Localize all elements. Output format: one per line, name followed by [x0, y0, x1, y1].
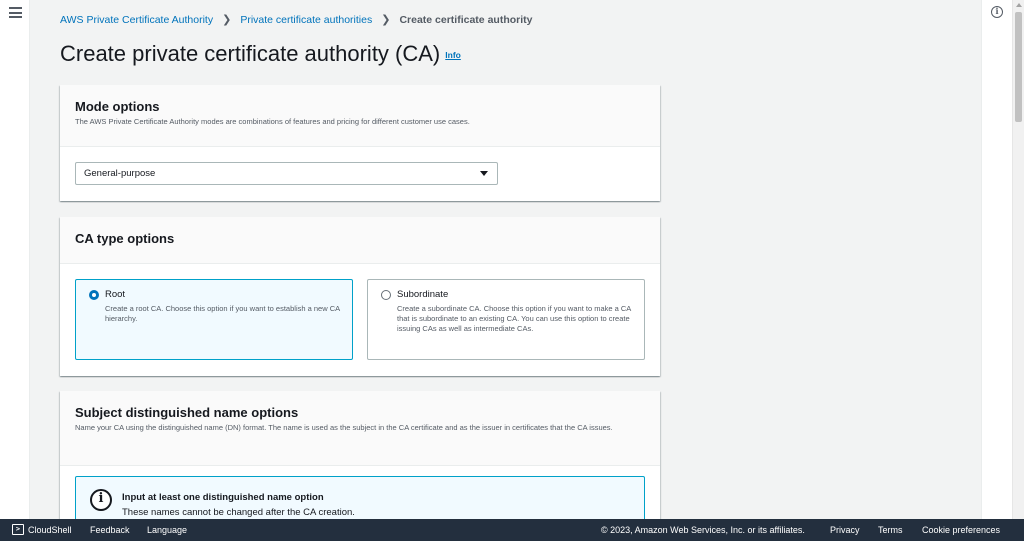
privacy-link[interactable]: Privacy [830, 525, 860, 535]
hamburger-menu-icon[interactable] [9, 7, 22, 18]
side-navigation-rail [0, 0, 30, 519]
ca-type-root-label: Root [105, 289, 126, 300]
dn-options-panel: Subject distinguished name options Name … [60, 391, 660, 519]
ca-type-options-header: CA type options [60, 217, 660, 264]
alert-title: Input at least one distinguished name op… [122, 492, 324, 503]
dn-info-alert: i Input at least one distinguished name … [75, 476, 645, 519]
breadcrumb-current: Create certificate authority [399, 13, 533, 26]
help-panel-rail: i [981, 0, 1012, 519]
breadcrumb-chevron-icon: ❯ [222, 14, 232, 26]
ca-type-tile-root[interactable]: Root Create a root CA. Choose this optio… [75, 279, 353, 360]
dn-options-header: Subject distinguished name options Name … [60, 391, 660, 466]
cloudshell-button[interactable]: > CloudShell [12, 524, 72, 535]
ca-type-options-title: CA type options [75, 231, 175, 246]
page-title: Create private certificate authority (CA… [60, 41, 461, 67]
cookie-preferences-link[interactable]: Cookie preferences [922, 525, 1000, 535]
feedback-link[interactable]: Feedback [90, 525, 130, 535]
info-icon[interactable]: i [991, 6, 1003, 18]
mode-options-description: The AWS Private Certificate Authority mo… [75, 117, 470, 126]
dn-options-description: Name your CA using the distinguished nam… [75, 423, 613, 432]
mode-options-panel: Mode options The AWS Private Certificate… [60, 85, 660, 201]
ca-type-subordinate-label: Subordinate [397, 289, 449, 300]
breadcrumb-link-authorities[interactable]: Private certificate authorities [240, 14, 372, 26]
breadcrumb-link-private-ca[interactable]: AWS Private Certificate Authority [60, 14, 213, 26]
page-title-text: Create private certificate authority (CA… [60, 41, 441, 66]
radio-subordinate[interactable] [381, 290, 391, 300]
console-footer: > CloudShell Feedback Language © 2023, A… [0, 519, 1024, 541]
terminal-icon: > [12, 524, 24, 535]
mode-select[interactable]: General-purpose [75, 162, 498, 185]
ca-type-root-description: Create a root CA. Choose this option if … [105, 304, 340, 323]
copyright-text: © 2023, Amazon Web Services, Inc. or its… [601, 525, 805, 535]
mode-options-header: Mode options The AWS Private Certificate… [60, 85, 660, 147]
mode-options-title: Mode options [75, 99, 160, 114]
radio-root[interactable] [89, 290, 99, 300]
ca-type-tile-subordinate[interactable]: Subordinate Create a subordinate CA. Cho… [367, 279, 645, 360]
scrollbar[interactable] [1012, 0, 1024, 519]
terms-link[interactable]: Terms [878, 525, 903, 535]
cloudshell-label: CloudShell [28, 524, 72, 535]
scrollbar-thumb[interactable] [1015, 12, 1022, 122]
ca-type-options-panel: CA type options Root Create a root CA. C… [60, 217, 660, 376]
info-link[interactable]: Info [445, 50, 461, 60]
mode-select-value: General-purpose [84, 168, 156, 179]
scroll-up-arrow-icon[interactable] [1016, 3, 1022, 7]
dn-options-title: Subject distinguished name options [75, 405, 299, 420]
alert-text: These names cannot be changed after the … [122, 507, 355, 518]
main-content: AWS Private Certificate Authority ❯ Priv… [31, 0, 981, 519]
breadcrumb: AWS Private Certificate Authority ❯ Priv… [60, 13, 533, 27]
breadcrumb-chevron-icon: ❯ [381, 14, 391, 26]
info-icon: i [90, 489, 112, 511]
caret-down-icon [480, 171, 488, 176]
ca-type-subordinate-description: Create a subordinate CA. Choose this opt… [397, 304, 631, 333]
language-link[interactable]: Language [147, 525, 187, 535]
